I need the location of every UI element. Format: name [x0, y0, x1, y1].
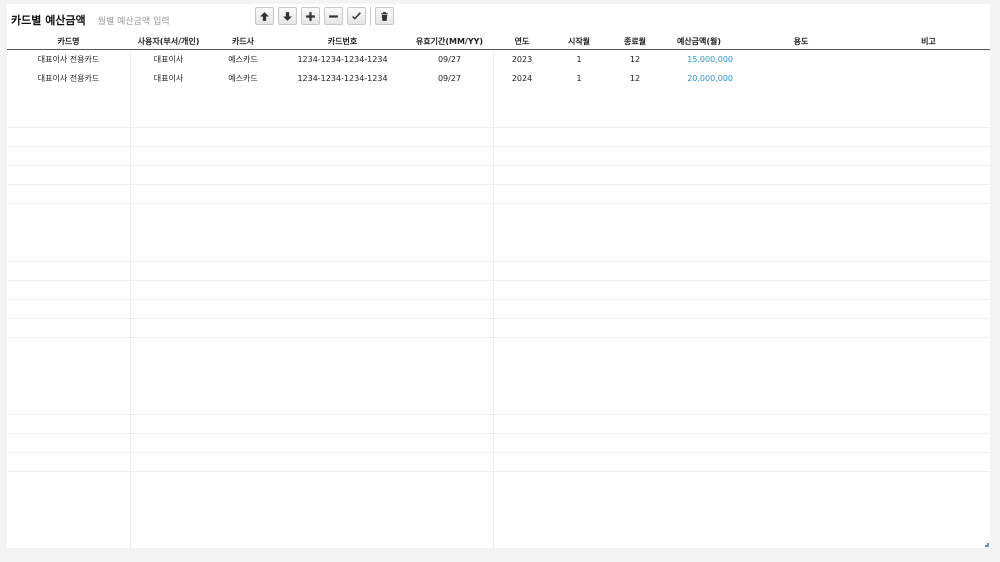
- grid-header: 카드명 사용자(부서/개인) 카드사 카드번호 유효기간(MM/YY) 연도 시…: [7, 33, 990, 50]
- cell-purpose[interactable]: [735, 50, 867, 69]
- grid-divider: [7, 261, 990, 262]
- column-header-card-number[interactable]: 카드번호: [279, 33, 406, 50]
- grid-divider: [7, 471, 990, 472]
- column-header-year[interactable]: 연도: [493, 33, 551, 50]
- column-header-card-name[interactable]: 카드명: [7, 33, 130, 50]
- plus-icon: [306, 11, 315, 21]
- cell-expiry[interactable]: 09/27: [406, 50, 493, 69]
- confirm-button[interactable]: [347, 7, 366, 25]
- cell-card-name[interactable]: 대표이사 전용카드: [7, 69, 130, 88]
- cell-budget[interactable]: 15,000,000: [663, 50, 735, 69]
- column-header-card-company[interactable]: 카드사: [207, 33, 279, 50]
- grid-divider: [7, 165, 990, 166]
- grid-divider: [7, 433, 990, 434]
- move-up-button[interactable]: [255, 7, 274, 25]
- cell-card-company[interactable]: 예스카드: [207, 69, 279, 88]
- cell-note[interactable]: [867, 69, 990, 88]
- cell-end-month[interactable]: 12: [607, 50, 663, 69]
- grid-divider: [7, 203, 990, 204]
- move-down-button[interactable]: [278, 7, 297, 25]
- grid-divider: [7, 184, 990, 185]
- grid-divider: [7, 452, 990, 453]
- cell-card-company[interactable]: 예스카드: [207, 50, 279, 69]
- column-header-note[interactable]: 비고: [867, 33, 990, 50]
- column-header-start-month[interactable]: 시작월: [551, 33, 607, 50]
- arrow-up-icon: [260, 11, 269, 21]
- column-header-budget[interactable]: 예산금액(월): [663, 33, 735, 50]
- budget-panel: 카드별 예산금액 월별 예산금액 입력 카드명 사용자(부서/개인) 카드사 카…: [7, 4, 990, 548]
- grid-divider: [7, 318, 990, 319]
- table-row[interactable]: 대표이사 전용카드 대표이사 예스카드 1234-1234-1234-1234 …: [7, 69, 990, 88]
- cell-year[interactable]: 2023: [493, 50, 551, 69]
- column-header-purpose[interactable]: 용도: [735, 33, 867, 50]
- check-icon: [352, 11, 361, 20]
- budget-grid: 카드명 사용자(부서/개인) 카드사 카드번호 유효기간(MM/YY) 연도 시…: [7, 33, 990, 88]
- minus-icon: [329, 14, 338, 18]
- grid-toolbar: [255, 6, 398, 26]
- cell-user[interactable]: 대표이사: [130, 69, 207, 88]
- table-row[interactable]: 대표이사 전용카드 대표이사 예스카드 1234-1234-1234-1234 …: [7, 50, 990, 69]
- grid-divider: [7, 299, 990, 300]
- add-row-button[interactable]: [301, 7, 320, 25]
- cell-note[interactable]: [867, 50, 990, 69]
- cell-budget[interactable]: 20,000,000: [663, 69, 735, 88]
- page-title: 카드별 예산금액: [11, 14, 86, 27]
- title-row: 카드별 예산금액 월별 예산금액 입력: [11, 12, 170, 28]
- delete-button[interactable]: [375, 7, 394, 25]
- cell-user[interactable]: 대표이사: [130, 50, 207, 69]
- cell-start-month[interactable]: 1: [551, 69, 607, 88]
- column-header-user[interactable]: 사용자(부서/개인): [130, 33, 207, 50]
- cell-start-month[interactable]: 1: [551, 50, 607, 69]
- cell-end-month[interactable]: 12: [607, 69, 663, 88]
- toolbar-separator: [370, 6, 371, 26]
- remove-row-button[interactable]: [324, 7, 343, 25]
- resize-handle[interactable]: [985, 543, 989, 547]
- arrow-down-icon: [283, 11, 292, 21]
- grid-divider: [7, 146, 990, 147]
- cell-expiry[interactable]: 09/27: [406, 69, 493, 88]
- column-header-end-month[interactable]: 종료월: [607, 33, 663, 50]
- grid-divider: [7, 414, 990, 415]
- cell-purpose[interactable]: [735, 69, 867, 88]
- cell-card-number[interactable]: 1234-1234-1234-1234: [279, 50, 406, 69]
- grid-divider: [7, 337, 990, 338]
- page-subtitle: 월별 예산금액 입력: [97, 17, 170, 27]
- grid-divider: [7, 127, 990, 128]
- cell-card-number[interactable]: 1234-1234-1234-1234: [279, 69, 406, 88]
- cell-year[interactable]: 2024: [493, 69, 551, 88]
- cell-card-name[interactable]: 대표이사 전용카드: [7, 50, 130, 69]
- trash-icon: [381, 11, 388, 21]
- grid-divider: [7, 280, 990, 281]
- column-header-expiry[interactable]: 유효기간(MM/YY): [406, 33, 493, 50]
